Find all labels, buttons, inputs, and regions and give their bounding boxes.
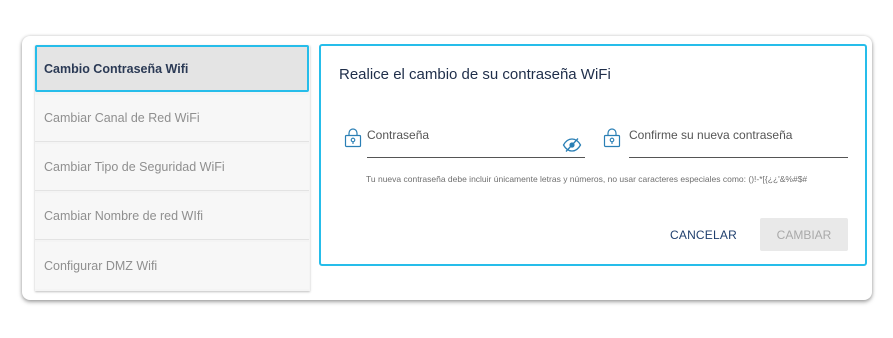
panel-title: Realice el cambio de su contraseña WiFi (339, 66, 611, 83)
sidebar-item-wifi-channel[interactable]: Cambiar Canal de Red WiFi (35, 95, 309, 142)
cancel-button[interactable]: CANCELAR (670, 228, 737, 242)
sidebar-item-security-type[interactable]: Cambiar Tipo de Seguridad WiFi (35, 144, 309, 191)
confirm-password-field: Confirme su nueva contraseña (602, 124, 848, 158)
lock-icon (344, 128, 362, 148)
sidebar: Cambio Contraseña Wifi Cambiar Canal de … (35, 45, 310, 291)
sidebar-item-label: Cambiar Canal de Red WiFi (44, 111, 200, 125)
sidebar-item-dmz[interactable]: Configurar DMZ Wifi (35, 242, 309, 289)
password-hint: Tu nueva contraseña debe incluir únicame… (366, 174, 808, 184)
sidebar-item-label: Configurar DMZ Wifi (44, 258, 158, 273)
sidebar-item-network-name[interactable]: Cambiar Nombre de red WIfi (35, 193, 309, 240)
eye-slash-icon[interactable] (562, 137, 582, 153)
sidebar-item-wifi-password[interactable]: Cambio Contraseña Wifi (35, 45, 309, 92)
sidebar-item-label: Cambiar Tipo de Seguridad WiFi (44, 160, 225, 174)
password-input[interactable] (367, 140, 561, 158)
lock-icon (603, 128, 621, 148)
password-underline (367, 157, 585, 158)
password-field: Contraseña (343, 124, 585, 158)
change-button[interactable]: CAMBIAR (760, 218, 848, 251)
password-panel: Realice el cambio de su contraseña WiFi … (319, 44, 867, 266)
sidebar-item-label: Cambio Contraseña Wifi (44, 61, 189, 76)
sidebar-item-label: Cambiar Nombre de red WIfi (44, 209, 204, 223)
confirm-password-input[interactable] (629, 140, 848, 158)
confirm-password-underline (629, 157, 848, 158)
